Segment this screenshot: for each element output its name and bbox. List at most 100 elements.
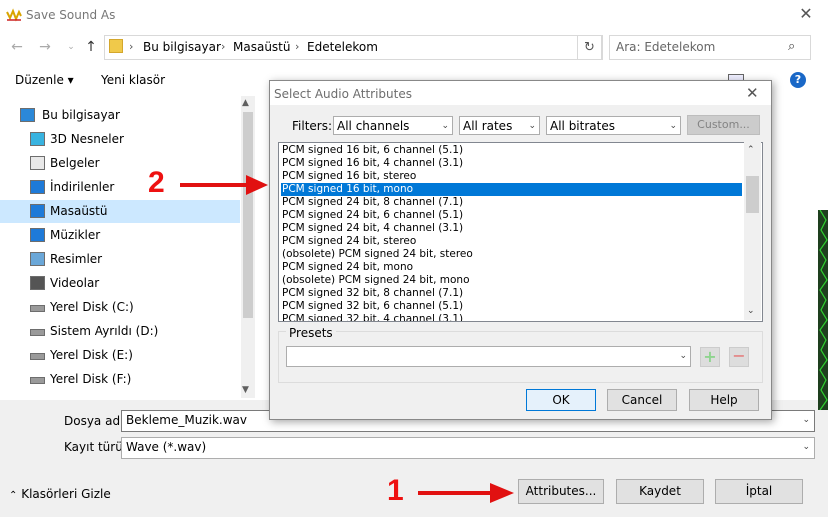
filetype-value: Wave (*.wav) [126,440,207,454]
sidebar-item[interactable]: Yerel Disk (F:) [0,368,240,391]
format-list-item[interactable]: PCM signed 16 bit, mono [281,183,742,196]
custom-button[interactable]: Custom... [687,115,760,135]
chevron-right-icon: › [221,40,226,53]
format-list-scroll-thumb[interactable] [746,176,759,213]
filetype-select[interactable]: Wave (*.wav) ⌄ [121,437,815,459]
chevron-down-icon: ⌄ [441,121,449,131]
scroll-up-icon[interactable]: ▲ [242,98,249,108]
recent-locations-icon[interactable]: ⌄ [62,38,80,56]
back-icon[interactable]: ← [8,38,26,56]
up-folder-icon[interactable]: ↑ [82,38,100,56]
bitrates-select[interactable]: All bitrates ⌄ [546,116,681,135]
format-list-item[interactable]: PCM signed 32 bit, 6 channel (5.1) [281,300,742,313]
format-list[interactable]: PCM signed 16 bit, 6 channel (5.1) PCM si… [278,142,763,322]
breadcrumb-desktop[interactable]: Masaüstü [233,40,290,54]
drive-icon [30,377,45,384]
chevron-right-icon: › [295,40,300,53]
title-bar: Save Sound As ✕ [0,0,828,30]
filetype-label: Kayıt türü: [64,440,127,454]
format-list-item[interactable]: PCM signed 24 bit, stereo [281,235,742,248]
sidebar-item[interactable]: Yerel Disk (E:) [0,344,240,367]
format-list-item[interactable]: PCM signed 16 bit, 4 channel (3.1) [281,157,742,170]
filename-value: Bekleme_Muzik.wav [126,413,247,427]
chevron-down-icon[interactable]: ⌄ [802,415,810,425]
format-list-item[interactable]: PCM signed 32 bit, 8 channel (7.1) [281,287,742,300]
folder-icon [109,39,123,53]
new-folder-button[interactable]: Yeni klasör [101,73,165,87]
bitrates-value: All bitrates [550,119,615,133]
scroll-down-icon[interactable]: ⌄ [747,306,755,316]
chevron-down-icon: ⌄ [669,121,677,131]
remove-preset-icon[interactable]: − [729,347,749,367]
format-list-item[interactable]: PCM signed 16 bit, stereo [281,170,742,183]
search-placeholder: Ara: Edetelekom [616,40,716,54]
dialog-help-button[interactable]: Help [689,389,759,411]
search-icon[interactable]: ⌕ [788,39,795,54]
rates-select[interactable]: All rates ⌄ [459,116,540,135]
sidebar-item[interactable]: Videolar [0,272,240,295]
close-icon[interactable]: ✕ [746,84,759,102]
hide-folders-toggle[interactable]: ⌃ Klasörleri Gizle [9,487,111,501]
sidebar-item[interactable]: Yerel Disk (C:) [0,296,240,319]
breadcrumb-edetelekom[interactable]: Edetelekom [307,40,378,54]
format-list-item[interactable]: PCM signed 24 bit, mono [281,261,742,274]
close-icon[interactable]: ✕ [796,4,816,24]
format-list-item[interactable]: PCM signed 32 bit, 4 channel (3.1) [281,313,742,321]
scroll-down-icon[interactable]: ▼ [242,385,249,395]
audacity-logo-icon [6,8,22,22]
format-list-item[interactable]: (obsolete) PCM signed 24 bit, mono [281,274,742,287]
sidebar-item[interactable]: Bu bilgisayar [0,104,240,127]
sidebar-item[interactable]: Sistem Ayrıldı (D:) [0,320,240,343]
3d-objects-icon [30,132,45,146]
navigation-pane: Bu bilgisayar 3D Nesneler Belgeler İndirile… [0,96,255,398]
format-list-scrollbar[interactable] [744,142,761,320]
scroll-up-icon[interactable]: ⌃ [747,145,755,155]
filename-label: Dosya adı: [64,414,128,428]
sidebar-item-label: 3D Nesneler [50,132,124,146]
preset-select[interactable]: ⌄ [286,346,691,367]
format-list-item[interactable]: PCM signed 24 bit, 8 channel (7.1) [281,196,742,209]
annotation-arrow-2-icon [180,175,268,195]
refresh-icon[interactable]: ↻ [577,35,602,60]
sidebar-scroll-thumb[interactable] [243,112,253,318]
pictures-icon [30,252,45,266]
sidebar-item[interactable]: Masaüstü [0,200,240,223]
ok-button[interactable]: OK [526,389,596,411]
format-list-item[interactable]: PCM signed 24 bit, 6 channel (5.1) [281,209,742,222]
sidebar-item-label: Müzikler [50,228,101,242]
format-list-item[interactable]: (obsolete) PCM signed 24 bit, stereo [281,248,742,261]
save-button[interactable]: Kaydet [616,479,704,504]
sidebar-item[interactable]: Müzikler [0,224,240,247]
channels-select[interactable]: All channels ⌄ [333,116,453,135]
desktop-icon [30,204,45,218]
sidebar-item-label: Belgeler [50,156,100,170]
sidebar-item-label: Videolar [50,276,100,290]
sidebar-item-label: İndirilenler [50,180,115,194]
cancel-button[interactable]: İptal [715,479,803,504]
help-icon[interactable]: ? [790,72,806,88]
attributes-button[interactable]: Attributes... [518,479,604,504]
chevron-up-icon: ⌃ [9,490,18,501]
chevron-down-icon[interactable]: ⌄ [802,442,810,452]
address-bar[interactable]: › Bu bilgisayar › Masaüstü › Edetelekom … [104,35,603,60]
breadcrumb-this-pc[interactable]: Bu bilgisayar [143,40,221,54]
dialog-cancel-button[interactable]: Cancel [607,389,677,411]
sidebar-item-label: Sistem Ayrıldı (D:) [50,324,159,338]
sidebar-item-label: Bu bilgisayar [42,108,120,122]
format-list-item[interactable]: PCM signed 24 bit, 4 channel (3.1) [281,222,742,235]
organize-button[interactable]: Düzenle ▾ [15,73,74,87]
forward-icon[interactable]: → [36,38,54,56]
channels-value: All channels [337,119,410,133]
waveform-background [818,210,828,410]
sidebar-item[interactable]: 3D Nesneler [0,128,240,151]
add-preset-icon[interactable]: + [700,347,720,367]
hide-folders-label: Klasörleri Gizle [21,487,111,501]
presets-label: Presets [286,326,336,340]
dialog-title: Select Audio Attributes [274,87,412,101]
drive-icon [30,353,45,360]
computer-icon [20,108,35,122]
annotation-arrow-1-icon [418,483,514,503]
format-list-item[interactable]: PCM signed 16 bit, 6 channel (5.1) [281,144,742,157]
sidebar-item[interactable]: Resimler [0,248,240,271]
search-input[interactable]: Ara: Edetelekom ⌕ [609,35,811,60]
